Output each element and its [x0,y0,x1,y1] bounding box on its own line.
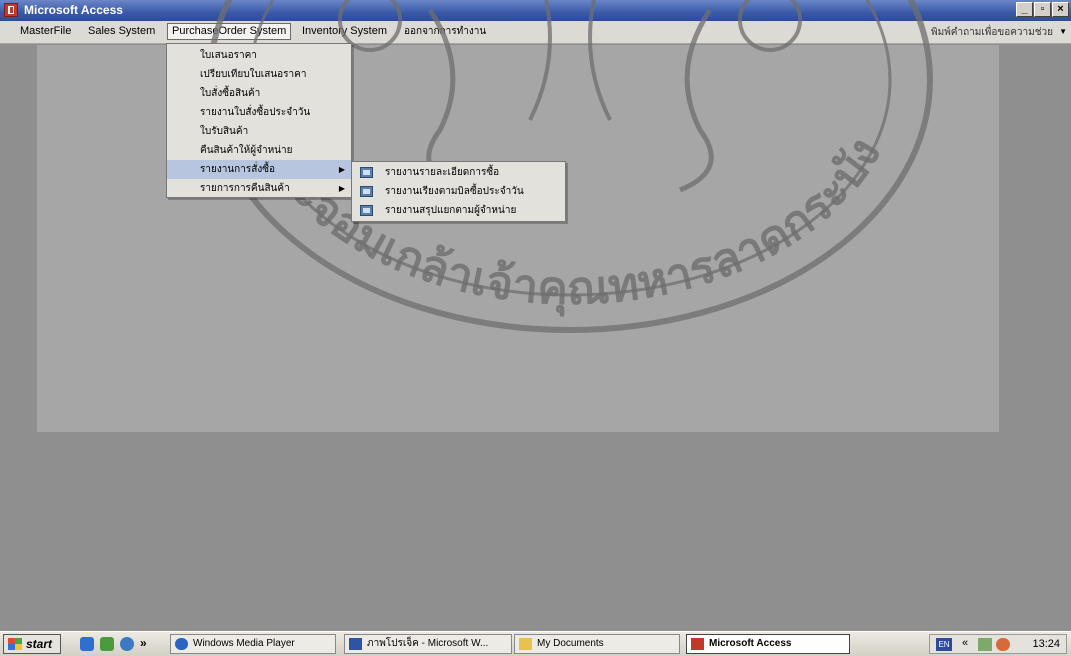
purchase-report-submenu: รายงานรายละเอียดการซื้อ รายงานเรียงตามบิ… [351,161,566,222]
task-windows-media-player[interactable]: Windows Media Player [170,634,336,654]
submenu-item-daily-bill-report[interactable]: รายงานเรียงตามบิลซื้อประจำวัน [352,182,565,201]
chevron-down-icon[interactable]: ▼ [1059,27,1067,36]
title-bar: Microsoft Access _ ▫ × [0,0,1071,21]
report-icon [360,186,373,197]
submenu-item-vendor-summary-report[interactable]: รายงานสรุปแยกตามผู้จำหน่าย [352,201,565,220]
volume-icon[interactable] [996,638,1010,651]
report-icon [360,205,373,216]
submenu-item-purchase-detail-report[interactable]: รายงานรายละเอียดการซื้อ [352,163,565,182]
menu-item-compare-quotation[interactable]: เปรียบเทียบใบเสนอราคา [167,65,351,84]
quicklaunch-chevron[interactable]: » [140,636,147,650]
task-label: Windows Media Player [193,638,295,649]
media-player-quicklaunch-icon[interactable] [120,637,134,651]
close-button[interactable]: × [1052,2,1069,17]
task-label: ภาพโปรเจ็ค - Microsoft W... [367,638,489,649]
access-app-icon[interactable] [4,3,18,17]
menu-item-daily-po-report[interactable]: รายงานใบสั่งซื้อประจำวัน [167,103,351,122]
menu-item-purchase-report[interactable]: รายงานการสั่งซื้อ ▶ [167,160,351,179]
submenu-arrow-icon: ▶ [338,184,345,193]
menu-item-purchase-order[interactable]: ใบสั่งซื้อสินค้า [167,84,351,103]
system-tray: EN « 13:24 [929,634,1067,654]
menu-sales-system[interactable]: Sales System [84,24,159,39]
menu-item-purchase-report-label: รายงานการสั่งซื้อ [200,164,275,175]
media-player-icon [175,638,188,650]
menu-item-return-to-vendor[interactable]: คืนสินค้าให้ผู้จำหน่าย [167,141,351,160]
folder-icon [519,638,532,650]
submenu-item-label: รายงานรายละเอียดการซื้อ [385,167,500,178]
task-microsoft-word[interactable]: ภาพโปรเจ็ค - Microsoft W... [344,634,512,654]
submenu-item-label: รายงานเรียงตามบิลซื้อประจำวัน [385,186,524,197]
access-icon [691,638,704,650]
clock[interactable]: 13:24 [1032,638,1060,650]
restore-button[interactable]: ▫ [1034,2,1051,17]
task-label: My Documents [537,638,604,649]
menu-item-return-list[interactable]: รายการการคืนสินค้า ▶ [167,179,351,198]
menu-bar: MasterFile Sales System PurchaseOrder Sy… [0,21,1071,44]
menu-item-goods-receipt[interactable]: ใบรับสินค้า [167,122,351,141]
taskbar: start » Windows Media Player ภาพโปรเจ็ค … [0,631,1071,656]
menu-purchaseorder-system[interactable]: PurchaseOrder System [167,23,292,40]
task-microsoft-access[interactable]: Microsoft Access [686,634,850,654]
submenu-item-label: รายงานสรุปแยกตามผู้จำหน่าย [385,205,517,216]
help-question-box[interactable]: พิมพ์คำถามเพื่อขอความช่วย [931,25,1053,40]
windows-logo-icon [8,638,22,650]
word-icon [349,638,362,650]
report-icon [360,167,373,178]
window-title: Microsoft Access [24,3,123,17]
tray-expand-button[interactable]: « [962,637,968,649]
start-button[interactable]: start [3,634,61,654]
start-label: start [26,637,53,651]
submenu-arrow-icon: ▶ [338,165,345,174]
language-indicator[interactable]: EN [936,638,952,651]
menu-inventory-system[interactable]: Inventory System [298,24,391,39]
internet-explorer-icon[interactable] [80,637,94,651]
menu-masterfile[interactable]: MasterFile [16,24,75,39]
menu-item-quotation[interactable]: ใบเสนอราคา [167,46,351,65]
task-label: Microsoft Access [709,638,792,649]
show-desktop-icon[interactable] [100,637,114,651]
network-icon[interactable] [978,638,992,651]
menu-item-return-list-label: รายการการคืนสินค้า [200,183,290,194]
task-my-documents[interactable]: My Documents [514,634,680,654]
menu-exit[interactable]: ออกจากการทำงาน [400,24,490,39]
purchaseorder-dropdown-menu: ใบเสนอราคา เปรียบเทียบใบเสนอราคา ใบสั่งซ… [166,43,352,198]
minimize-button[interactable]: _ [1016,2,1033,17]
